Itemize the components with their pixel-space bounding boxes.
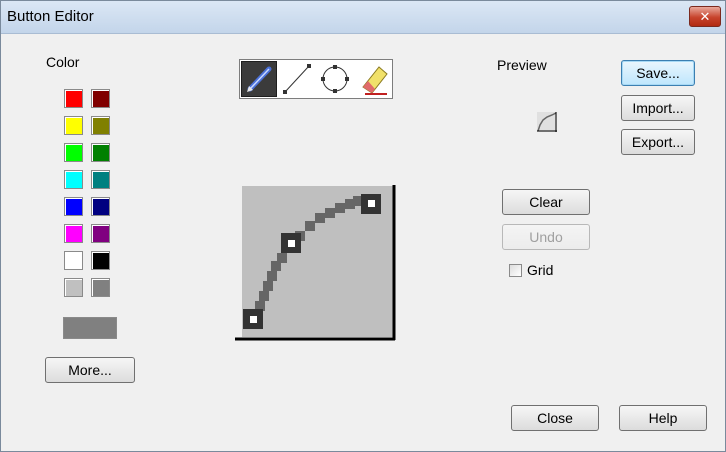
button-editor-dialog: Button Editor ✕ Color More... Preview Sa… bbox=[0, 0, 726, 452]
color-swatch[interactable] bbox=[64, 197, 83, 216]
curve-handle-middle[interactable] bbox=[281, 233, 301, 253]
grid-label: Grid bbox=[527, 262, 554, 278]
undo-button[interactable]: Undo bbox=[502, 224, 590, 250]
color-swatch[interactable] bbox=[91, 197, 110, 216]
circle-icon bbox=[321, 65, 349, 93]
color-label: Color bbox=[46, 54, 80, 70]
import-button[interactable]: Import... bbox=[621, 95, 695, 121]
grid-checkbox[interactable] bbox=[509, 264, 522, 277]
help-button[interactable]: Help bbox=[619, 405, 707, 431]
curve-handle-start[interactable] bbox=[243, 309, 263, 329]
color-swatch[interactable] bbox=[91, 116, 110, 135]
color-swatch[interactable] bbox=[64, 278, 83, 297]
line-tool-button[interactable] bbox=[279, 61, 315, 97]
color-swatch[interactable] bbox=[64, 251, 83, 270]
curve-handle-end[interactable] bbox=[361, 194, 381, 214]
drawing-canvas[interactable] bbox=[235, 181, 401, 347]
eraser-icon bbox=[362, 66, 388, 95]
circle-tool-button[interactable] bbox=[317, 61, 353, 97]
color-swatch[interactable] bbox=[91, 89, 110, 108]
color-swatch[interactable] bbox=[91, 278, 110, 297]
color-swatch[interactable] bbox=[91, 143, 110, 162]
color-swatch[interactable] bbox=[64, 89, 83, 108]
current-color-swatch[interactable] bbox=[63, 317, 117, 339]
window-title: Button Editor bbox=[7, 8, 94, 25]
color-swatch[interactable] bbox=[91, 224, 110, 243]
color-swatch[interactable] bbox=[64, 224, 83, 243]
color-swatch[interactable] bbox=[64, 116, 83, 135]
eraser-tool-button[interactable] bbox=[355, 61, 391, 97]
color-swatch[interactable] bbox=[64, 143, 83, 162]
color-swatch[interactable] bbox=[64, 170, 83, 189]
color-swatch[interactable] bbox=[91, 251, 110, 270]
line-icon bbox=[283, 64, 311, 94]
pencil-icon bbox=[247, 66, 272, 92]
preview-label: Preview bbox=[497, 57, 547, 73]
clear-button[interactable]: Clear bbox=[502, 189, 590, 215]
dialog-body: Color More... Preview Save... Import... … bbox=[8, 39, 718, 445]
color-swatch[interactable] bbox=[91, 170, 110, 189]
more-colors-button[interactable]: More... bbox=[45, 357, 135, 383]
title-bar[interactable]: Button Editor ✕ bbox=[1, 1, 725, 34]
export-button[interactable]: Export... bbox=[621, 129, 695, 155]
pencil-tool-button[interactable] bbox=[241, 61, 277, 97]
close-icon: ✕ bbox=[699, 9, 711, 24]
drawing-toolbar bbox=[239, 59, 393, 99]
preview-thumbnail-icon bbox=[537, 112, 557, 132]
save-button[interactable]: Save... bbox=[621, 60, 695, 86]
close-window-button[interactable]: ✕ bbox=[689, 6, 721, 27]
close-button[interactable]: Close bbox=[511, 405, 599, 431]
